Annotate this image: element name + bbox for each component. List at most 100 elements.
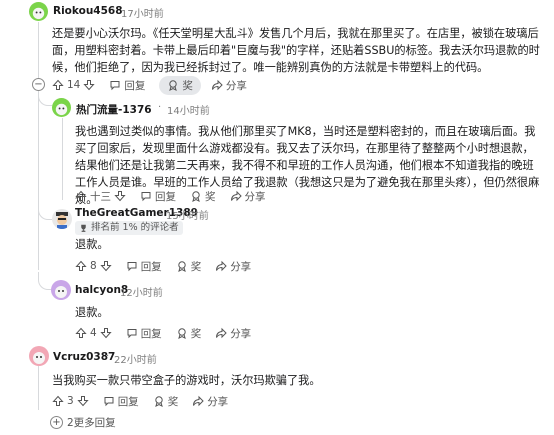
vote-count: 3 (67, 395, 74, 407)
share-button[interactable]: 分享 (215, 259, 251, 274)
avatar[interactable] (51, 280, 71, 300)
comment-body: 当我购买一款只带空盒子的游戏时，沃尔玛欺骗了我。 (52, 374, 321, 387)
reply-label: 回复 (124, 79, 146, 92)
comment-actions: 十三 回复 奖 分享 (75, 186, 280, 206)
share-arrow-icon (192, 395, 204, 407)
timestamp: 22小时前 (114, 355, 157, 366)
share-label: 分享 (230, 327, 252, 340)
comment-actions: 3 回复 奖 分享 (52, 391, 242, 411)
reply-button[interactable]: 回复 (109, 78, 145, 93)
more-replies-link[interactable]: + 2更多回复 (50, 415, 116, 430)
reply-label: 回复 (117, 395, 139, 408)
arrow-down-icon[interactable] (100, 327, 112, 339)
speech-bubble-icon (109, 79, 121, 91)
thread-elbow (38, 205, 52, 220)
separator: · (106, 351, 110, 362)
share-arrow-icon (215, 327, 227, 339)
award-button[interactable]: 奖 (176, 259, 202, 274)
avatar[interactable] (29, 2, 48, 21)
vote-count: 14 (67, 79, 81, 91)
reply-button[interactable]: 回复 (126, 326, 162, 341)
vote-group: 3 (52, 395, 89, 407)
separator: · (158, 102, 162, 113)
reply-button[interactable]: 回复 (140, 189, 176, 204)
share-arrow-icon (230, 190, 242, 202)
share-label: 分享 (225, 79, 247, 92)
award-label: 奖 (182, 79, 193, 92)
user-flair: 排名前 1% 的评论者 (75, 221, 183, 235)
share-label: 分享 (207, 395, 229, 408)
reply-button[interactable]: 回复 (103, 394, 139, 409)
avatar[interactable] (29, 346, 49, 366)
trophy-icon (79, 224, 88, 233)
flair-label: 排名前 1% 的评论者 (91, 222, 179, 233)
vote-count: 8 (90, 260, 97, 272)
vote-count: 4 (90, 327, 97, 339)
vote-group: 十三 (75, 189, 126, 204)
thread-line-vcruz[interactable] (38, 366, 39, 410)
thread-elbow (38, 272, 52, 290)
thread-line-reply[interactable] (62, 118, 63, 200)
award-icon (167, 79, 179, 91)
award-icon (176, 327, 188, 339)
thread-line-main[interactable] (38, 22, 39, 270)
comment-actions: 14 回复 奖 分享 (52, 75, 261, 95)
arrow-down-icon[interactable] (77, 395, 89, 407)
reply-label: 回复 (140, 327, 162, 340)
arrow-up-icon[interactable] (75, 327, 87, 339)
username[interactable]: 热门流量-1376 (76, 102, 152, 117)
timestamp: 15小时前 (166, 211, 209, 222)
arrow-up-icon[interactable] (75, 190, 87, 202)
vote-group: 8 (75, 260, 112, 272)
comment-body: 退款。 (75, 306, 109, 319)
reply-label: 回复 (140, 260, 162, 273)
award-icon (153, 395, 165, 407)
vote-group: 4 (75, 327, 112, 339)
avatar[interactable] (52, 209, 72, 229)
speech-bubble-icon (126, 260, 138, 272)
comment-body: 还是要小心沃尔玛。《任天堂明星大乱斗》发售几个月后，我就在那里买了。在店里，被锁… (52, 27, 540, 74)
arrow-up-icon[interactable] (75, 260, 87, 272)
award-button[interactable]: 奖 (159, 75, 201, 95)
speech-bubble-icon (126, 327, 138, 339)
speech-bubble-icon (140, 190, 152, 202)
arrow-up-icon[interactable] (52, 395, 64, 407)
reply-button[interactable]: 回复 (126, 259, 162, 274)
share-button[interactable]: 分享 (192, 394, 228, 409)
arrow-down-icon[interactable] (114, 190, 126, 202)
share-button[interactable]: 分享 (215, 326, 251, 341)
award-button[interactable]: 奖 (176, 326, 202, 341)
thread-elbow (38, 92, 52, 106)
share-label: 分享 (244, 190, 266, 203)
more-replies-label: 2更多回复 (67, 417, 116, 429)
separator: · (112, 5, 116, 16)
vote-group: 14 (52, 79, 95, 91)
minus-circle-icon[interactable]: − (32, 78, 45, 91)
arrow-down-icon[interactable] (100, 260, 112, 272)
comment-body: 退款。 (75, 238, 109, 251)
award-icon (176, 260, 188, 272)
timestamp: 14小时前 (167, 106, 210, 117)
award-button[interactable]: 奖 (190, 189, 216, 204)
arrow-up-icon[interactable] (52, 79, 64, 91)
comment-actions: 4 回复 奖 分享 (75, 323, 265, 343)
award-label: 奖 (190, 260, 202, 273)
award-icon (190, 190, 202, 202)
share-button[interactable]: 分享 (211, 78, 247, 93)
award-label: 奖 (190, 327, 202, 340)
reply-label: 回复 (155, 190, 176, 203)
arrow-down-icon[interactable] (83, 79, 95, 91)
comment-actions: 8 回复 奖 分享 (75, 256, 265, 276)
plus-circle-icon: + (50, 416, 63, 429)
award-button[interactable]: 奖 (153, 394, 179, 409)
timestamp: 12小时前 (120, 288, 163, 299)
share-label: 分享 (230, 260, 252, 273)
separator: · (113, 284, 117, 295)
share-arrow-icon (211, 79, 223, 91)
speech-bubble-icon (103, 395, 115, 407)
award-label: 奖 (205, 190, 216, 203)
award-label: 奖 (167, 395, 179, 408)
share-button[interactable]: 分享 (230, 189, 266, 204)
avatar[interactable] (52, 98, 71, 117)
vote-count: 十三 (90, 190, 111, 203)
